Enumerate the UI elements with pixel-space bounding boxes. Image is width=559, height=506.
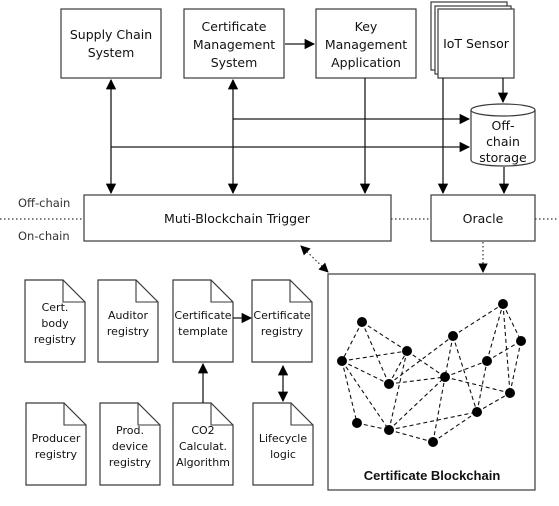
oracle-box: Oracle	[430, 194, 536, 242]
trigger-blockchain-link	[300, 245, 329, 273]
auditor-registry-doc-label-1: Auditor	[108, 309, 149, 322]
auditor-registry-doc: Auditor registry	[97, 279, 159, 363]
iot-sensor-stack: IoT Sensor	[430, 1, 515, 79]
storage-label-3: storage	[479, 150, 527, 165]
network-node	[440, 372, 450, 382]
network-node	[357, 317, 367, 327]
cert-mgmt-label-3: System	[211, 55, 258, 70]
certificate-blockchain-box: Certificate Blockchain	[327, 273, 536, 491]
producer-registry-doc: Producer registry	[25, 402, 87, 486]
auditor-registry-doc-label-2: registry	[107, 325, 150, 338]
lifecycle-logic-doc-label-2: logic	[270, 448, 296, 461]
network-node	[352, 418, 362, 428]
producer-registry-doc-label-2: registry	[35, 448, 78, 461]
network-node	[384, 425, 394, 435]
key-mgmt-label-3: Application	[331, 55, 401, 70]
certificate-template-doc-label-2: template	[178, 325, 228, 338]
oracle-label: Oracle	[463, 211, 504, 226]
network-node	[482, 356, 492, 366]
producer-registry-doc-label-1: Producer	[32, 432, 81, 445]
storage-label-1: Off-	[492, 118, 515, 133]
cert-body-registry-doc-label-2: body	[41, 317, 69, 330]
network-node	[516, 336, 526, 346]
off-chain-storage-cylinder: Off- chain storage	[470, 103, 536, 167]
network-node	[337, 356, 347, 366]
key-mgmt-label-1: Key	[355, 19, 378, 34]
certificate-registry-doc-label-2: registry	[261, 325, 304, 338]
network-node	[505, 388, 515, 398]
network-node	[402, 346, 412, 356]
certificate-registry-doc: Certificate registry	[251, 279, 313, 363]
network-node	[428, 437, 438, 447]
architecture-diagram: Off-chain On-chain Supply Chain System C…	[0, 1, 559, 491]
co2-algorithm-doc-label-1: CO2	[191, 424, 214, 437]
co2-algorithm-doc: CO2 Calculat. Algorithm	[172, 402, 234, 486]
supply-chain-label-1: Supply Chain	[70, 27, 152, 42]
cert-mgmt-label-1: Certificate	[202, 19, 267, 34]
cert-mgmt-label-2: Management	[193, 37, 275, 52]
prod-device-registry-doc-label-3: registry	[109, 456, 152, 469]
certificate-registry-doc-label-1: Certificate	[253, 309, 310, 322]
network-node	[498, 299, 508, 309]
co2-algorithm-doc-label-2: Calculat.	[179, 440, 227, 453]
cert-body-registry-doc: Cert. body registry	[24, 279, 86, 363]
co2-algorithm-doc-label-3: Algorithm	[176, 456, 230, 469]
network-node	[384, 379, 394, 389]
certificate-template-doc-label-1: Certificate	[174, 309, 231, 322]
on-chain-label: On-chain	[18, 229, 70, 243]
key-management-application-box: Key Management Application	[315, 8, 417, 79]
storage-label-2: chain	[486, 134, 520, 149]
lifecycle-logic-doc: Lifecycle logic	[252, 402, 314, 486]
trigger-label: Muti-Blockchain Trigger	[164, 211, 311, 226]
supply-chain-label-2: System	[88, 45, 135, 60]
multi-blockchain-trigger-box: Muti-Blockchain Trigger	[83, 194, 392, 242]
prod-device-registry-doc: Prod. device registry	[99, 402, 161, 486]
blockchain-title: Certificate Blockchain	[364, 468, 501, 483]
network-node	[448, 331, 458, 341]
certificate-template-doc: Certificate template	[172, 279, 234, 363]
cert-body-registry-doc-label-3: registry	[34, 333, 77, 346]
certificate-management-system-box: Certificate Management System	[183, 8, 285, 79]
prod-device-registry-doc-label-1: Prod.	[116, 424, 144, 437]
network-node	[472, 407, 482, 417]
key-mgmt-label-2: Management	[325, 37, 407, 52]
iot-sensor-label: IoT Sensor	[443, 36, 510, 51]
lifecycle-logic-doc-label-1: Lifecycle	[259, 432, 307, 445]
supply-chain-system-box: Supply Chain System	[60, 8, 162, 79]
prod-device-registry-doc-label-2: device	[112, 440, 148, 453]
off-chain-label: Off-chain	[18, 196, 70, 210]
cert-body-registry-doc-label-1: Cert.	[42, 301, 69, 314]
